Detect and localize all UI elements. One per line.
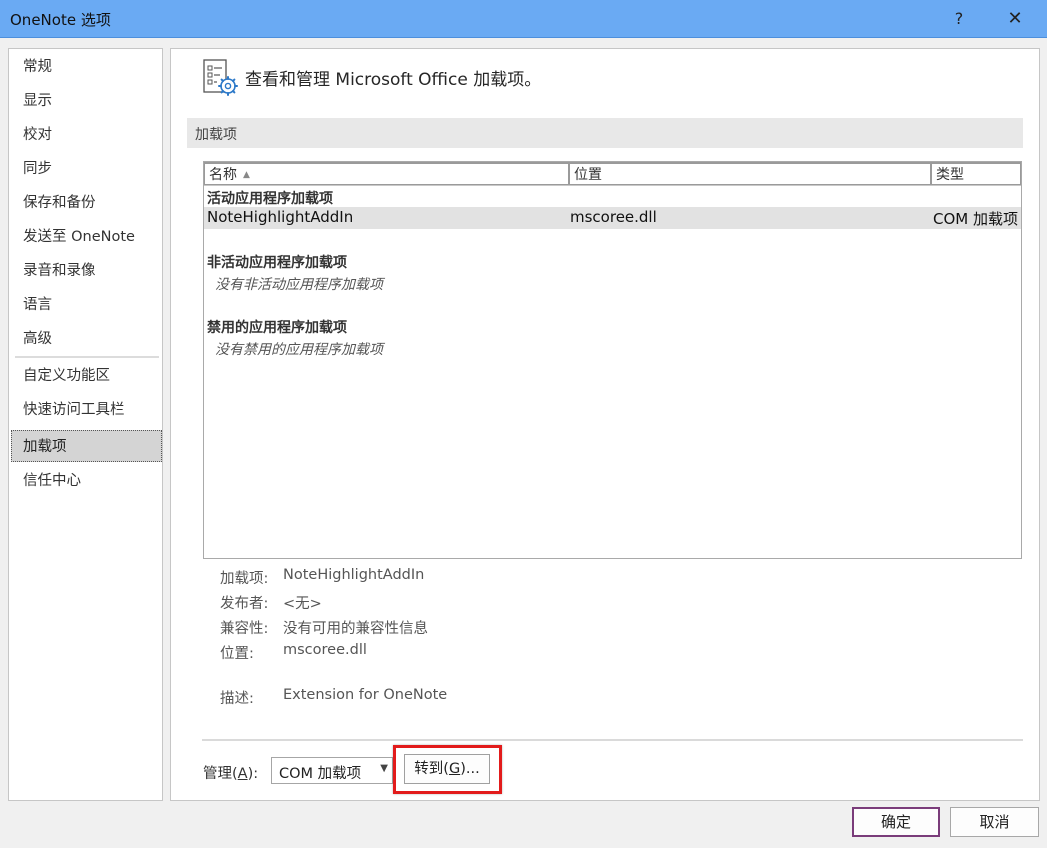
column-location-label: 位置 [574,167,602,183]
nav-item-customize-ribbon[interactable]: 自定义功能区 [9,360,162,392]
nav-item-general[interactable]: 常规 [9,51,162,83]
nav-item-sync[interactable]: 同步 [9,153,162,185]
dropdown-arrow-icon: ▼ [380,763,388,774]
addins-panel: 查看和管理 Microsoft Office 加载项。 加载项 名称 ▲ 位置 类… [170,48,1040,801]
disabled-empty-text: 没有禁用的应用程序加载项 [215,342,383,358]
column-type-label: 类型 [936,167,964,183]
nav-item-proofing[interactable]: 校对 [9,119,162,151]
nav-item-save-backup[interactable]: 保存和备份 [9,187,162,219]
window-title: OneNote 选项 [10,11,111,29]
group-active-title: 活动应用程序加载项 [207,191,333,207]
go-button[interactable]: 转到(G)... [404,754,490,784]
inactive-empty-text: 没有非活动应用程序加载项 [215,277,383,293]
nav-divider [15,356,159,358]
column-name-label: 名称 [209,167,237,183]
detail-addin-label: 加载项: [220,571,269,587]
column-header-location[interactable]: 位置 [569,162,931,185]
addin-name-cell: NoteHighlightAddIn [207,208,354,226]
ok-button[interactable]: 确定 [852,807,940,837]
divider [202,739,1023,741]
detail-location-label: 位置: [220,646,254,662]
nav-item-audio-video[interactable]: 录音和录像 [9,255,162,287]
detail-publisher-value: <无> [283,596,322,612]
addins-list[interactable]: 名称 ▲ 位置 类型 活动应用程序加载项 NoteHighlightAddIn m… [203,161,1022,559]
category-nav: 常规 显示 校对 同步 保存和备份 发送至 OneNote 录音和录像 语言 高… [8,48,163,801]
section-title: 加载项 [195,127,237,143]
nav-item-advanced[interactable]: 高级 [9,323,162,355]
close-button[interactable]: ✕ [992,0,1038,38]
addin-type-cell: COM 加载项 [933,210,1018,228]
detail-compat-value: 没有可用的兼容性信息 [283,621,428,637]
group-inactive-title: 非活动应用程序加载项 [207,255,347,271]
group-disabled-title: 禁用的应用程序加载项 [207,320,347,336]
cancel-button[interactable]: 取消 [950,807,1039,837]
nav-item-trust-center[interactable]: 信任中心 [9,465,162,497]
panel-heading: 查看和管理 Microsoft Office 加载项。 [245,70,542,90]
nav-item-language[interactable]: 语言 [9,289,162,321]
nav-item-quick-access-toolbar[interactable]: 快速访问工具栏 [9,394,162,426]
manage-dropdown[interactable]: COM 加载项 ▼ [271,757,393,784]
detail-description-label: 描述: [220,691,254,707]
manage-label: 管理(A): [203,766,259,782]
addin-settings-icon [203,59,238,96]
manage-dropdown-value: COM 加载项 [279,766,362,782]
detail-addin-value: NoteHighlightAddIn [283,567,425,583]
title-bar: OneNote 选项 ? ✕ [0,0,1047,38]
detail-compat-label: 兼容性: [220,621,269,637]
detail-description-value: Extension for OneNote [283,687,448,703]
addin-location-cell: mscoree.dll [570,208,657,226]
nav-item-display[interactable]: 显示 [9,85,162,117]
table-row[interactable]: NoteHighlightAddIn mscoree.dll COM 加载项 [204,207,1021,229]
column-header-type[interactable]: 类型 [931,162,1021,185]
sort-ascending-icon: ▲ [243,170,250,180]
nav-item-addins[interactable]: 加载项 [11,430,162,462]
nav-item-send-to-onenote[interactable]: 发送至 OneNote [9,221,162,253]
detail-location-value: mscoree.dll [283,642,367,658]
list-header: 名称 ▲ 位置 类型 [204,162,1021,186]
detail-publisher-label: 发布者: [220,596,269,612]
help-button[interactable]: ? [936,0,982,38]
column-header-name[interactable]: 名称 ▲ [204,162,569,185]
section-header: 加载项 [187,118,1023,148]
